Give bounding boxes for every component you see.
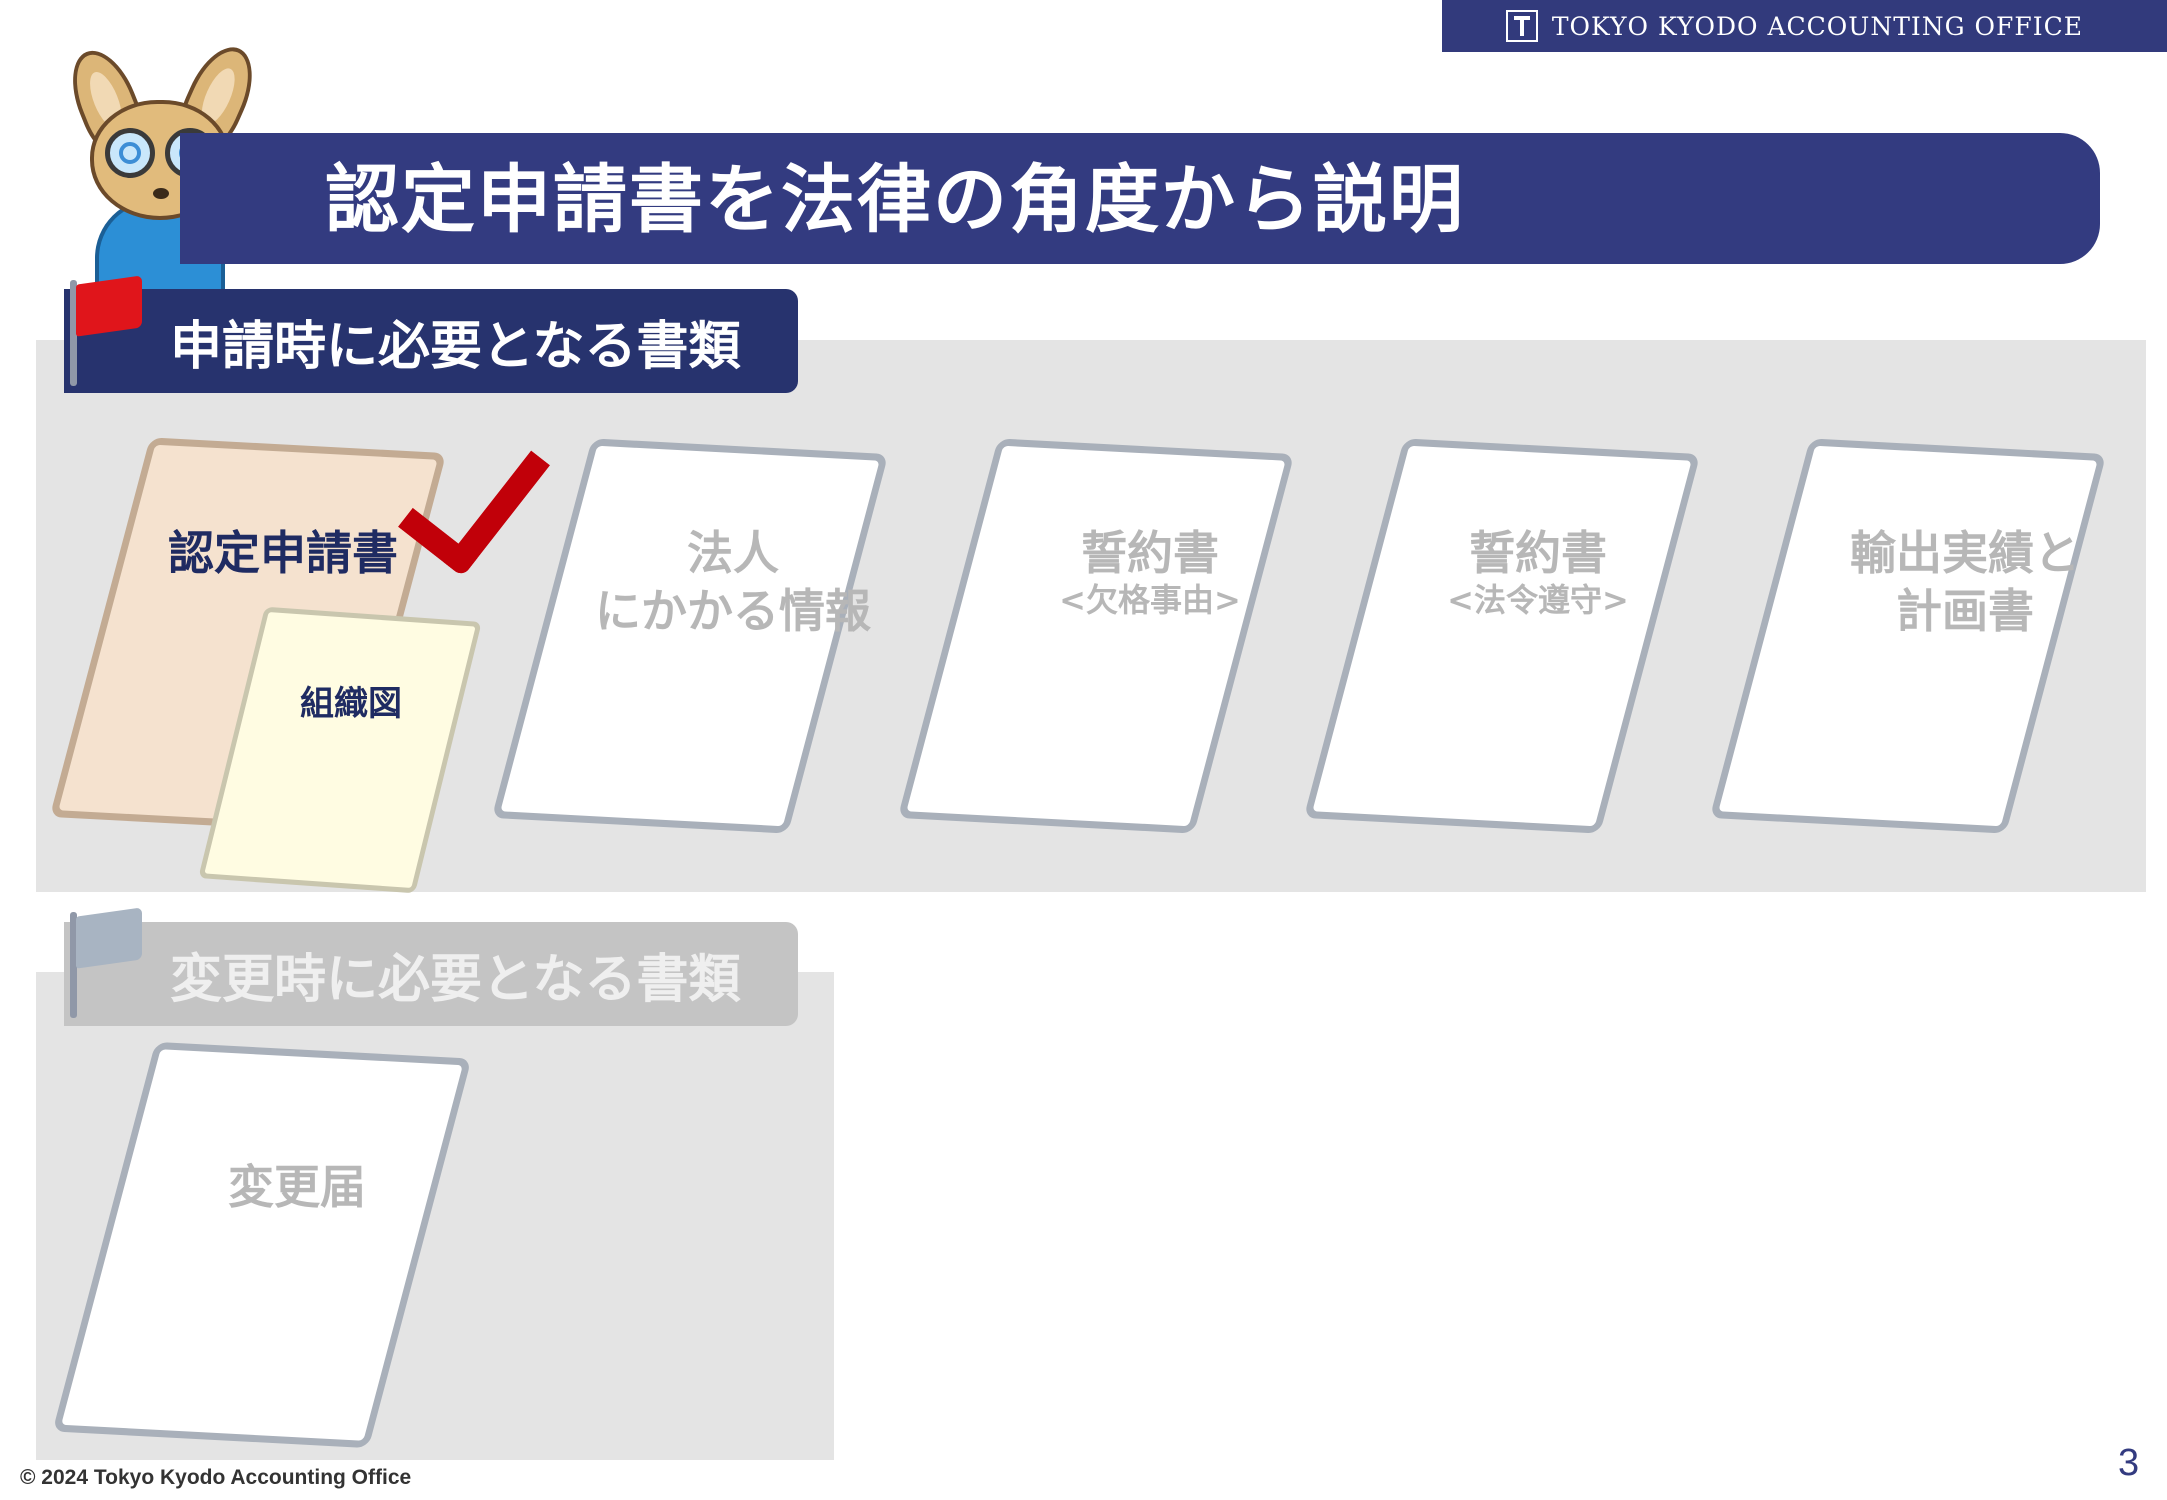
doc-application-form-label: 認定申請書 bbox=[168, 526, 398, 580]
doc-pledge-compliance-label: 誓約書 <法令遵守> bbox=[1447, 526, 1629, 619]
mascot-nose bbox=[153, 188, 169, 199]
page-number: 3 bbox=[2118, 1442, 2140, 1484]
mascot-left-eye bbox=[105, 128, 155, 178]
brand-name: TOKYO KYODO ACCOUNTING OFFICE bbox=[1551, 11, 2083, 41]
doc-pledge-disqualification-label: 誓約書 <欠格事由> bbox=[1059, 526, 1241, 619]
doc-org-chart-label: 組織図 bbox=[300, 684, 402, 724]
tk-logo-icon bbox=[1505, 10, 1538, 42]
red-flag-icon bbox=[76, 275, 142, 337]
doc-change-notice-label: 変更届 bbox=[228, 1160, 366, 1214]
doc-export-plan-label: 輸出実績と 計画書 bbox=[1850, 526, 2080, 638]
page-title: 認定申請書を法律の角度から説明 bbox=[325, 157, 1465, 243]
gray-flag-icon bbox=[76, 907, 142, 969]
application-heading-text: 申請時に必要となる書類 bbox=[170, 316, 741, 377]
brand-bar: TOKYO KYODO ACCOUNTING OFFICE bbox=[1442, 0, 2167, 52]
doc-corporate-info-label: 法人 にかかる情報 bbox=[595, 526, 871, 638]
copyright: © 2024 Tokyo Kyodo Accounting Office bbox=[20, 1466, 412, 1489]
application-section-heading: 申請時に必要となる書類 bbox=[64, 289, 798, 393]
change-heading-text: 変更時に必要となる書類 bbox=[170, 949, 741, 1010]
change-section-heading: 変更時に必要となる書類 bbox=[64, 922, 798, 1026]
